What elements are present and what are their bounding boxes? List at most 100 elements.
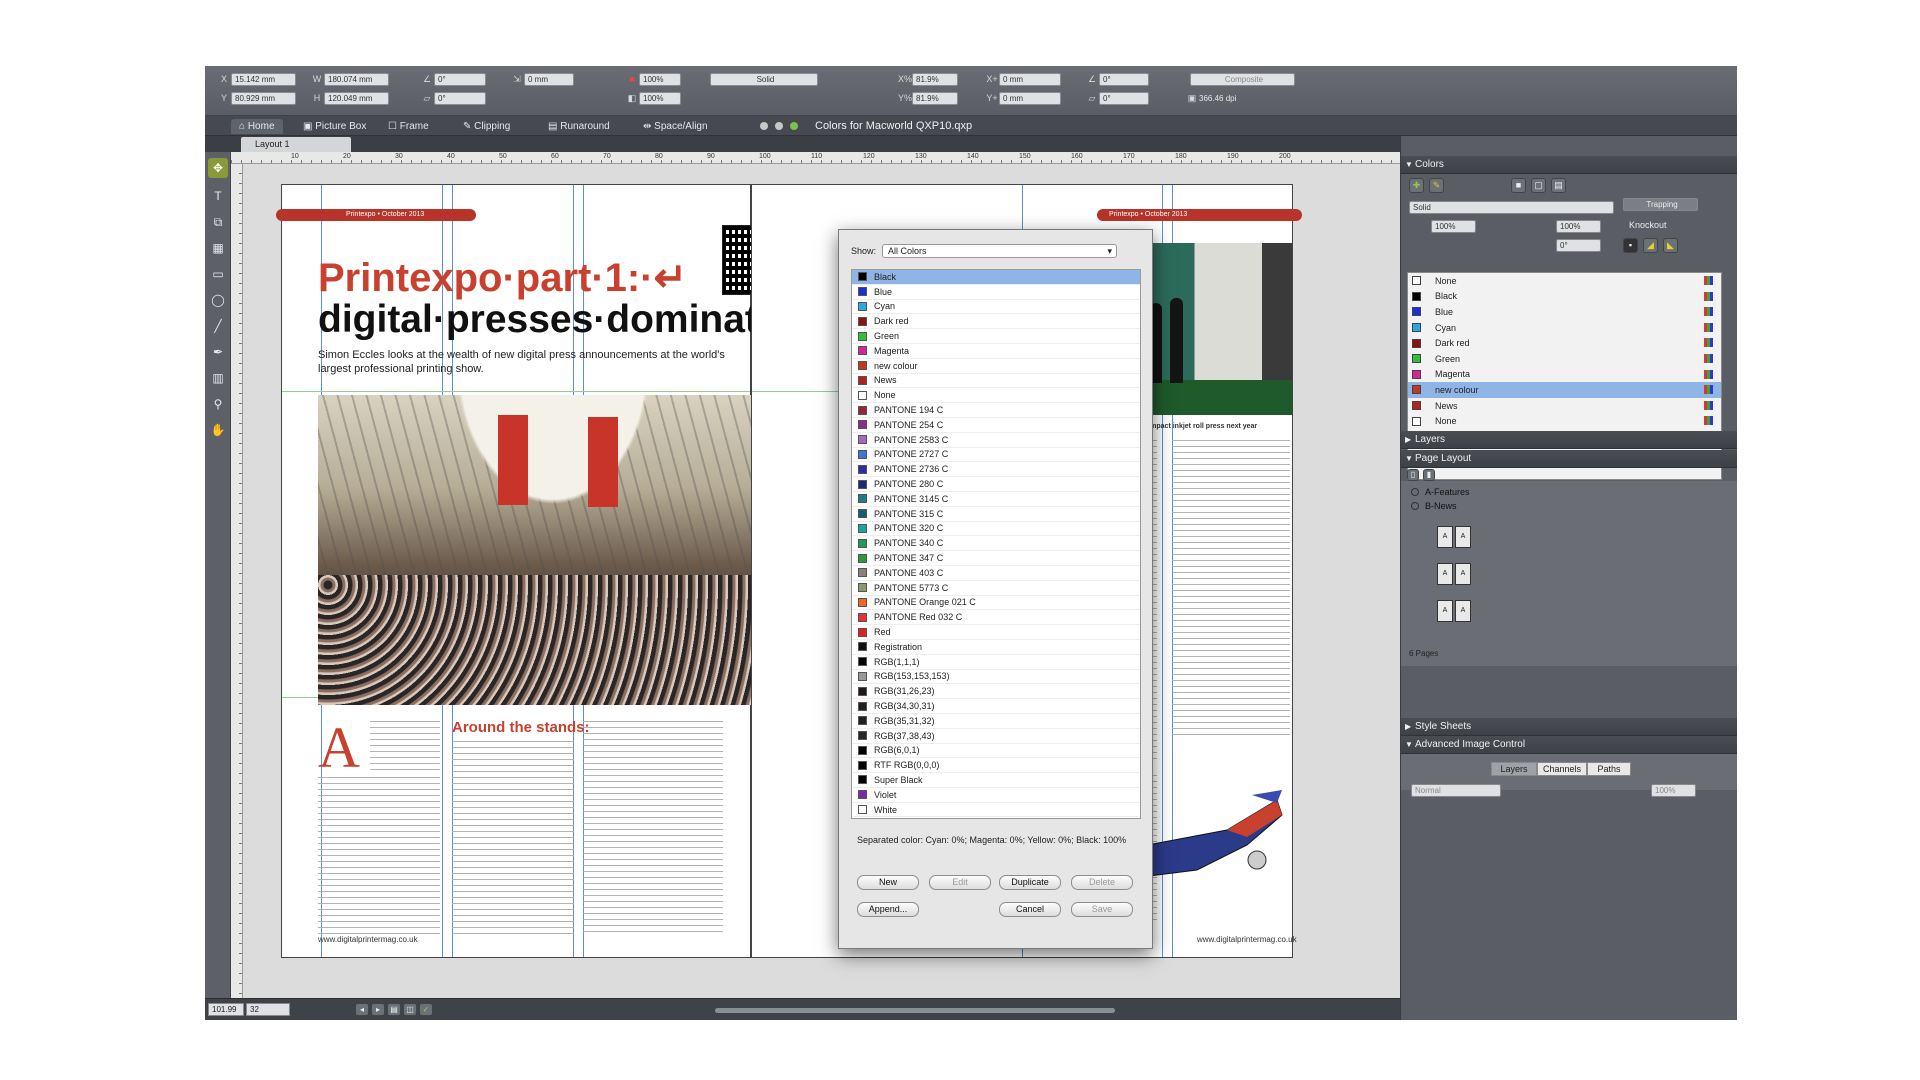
page-list-icon[interactable]: ▤ xyxy=(387,1003,401,1016)
style-sheets-palette-header[interactable]: ▶ Style Sheets xyxy=(1401,718,1737,736)
body-text-column[interactable] xyxy=(318,777,440,937)
color-list-item[interactable]: Yellow xyxy=(852,817,1140,818)
layers-palette-header[interactable]: ▶ Layers xyxy=(1401,431,1737,449)
tab-runaround[interactable]: ▤ Runaround xyxy=(540,119,618,134)
color-list-item[interactable]: RGB(31,26,23) xyxy=(852,684,1140,700)
advanced-image-control-header[interactable]: ▼ Advanced Image Control xyxy=(1401,736,1737,754)
width-field[interactable]: W 180.074 mm xyxy=(310,72,389,86)
angle-value[interactable]: 0° xyxy=(434,72,486,86)
edit-button[interactable]: Edit xyxy=(929,875,991,890)
aic-tab-paths[interactable]: Paths xyxy=(1587,762,1631,776)
offset-y-value[interactable]: 0 mm xyxy=(999,91,1061,105)
inset-field[interactable]: ⇲ 0 mm xyxy=(510,72,574,86)
aic-opacity-field[interactable]: 100% xyxy=(1651,784,1696,797)
body-text-column[interactable] xyxy=(1172,440,1290,740)
picture-content-tool-icon[interactable]: ⧉ xyxy=(208,212,228,232)
color-list-item[interactable]: PANTONE 403 C xyxy=(852,566,1140,581)
picture-skew-value[interactable]: 0° xyxy=(1099,91,1149,105)
headline-line-1[interactable]: Printexpo·part·1:·↵ xyxy=(318,255,687,301)
prev-page-icon[interactable]: ◂ xyxy=(355,1003,369,1016)
close-dot-icon[interactable] xyxy=(760,122,768,130)
picture-opacity-field[interactable]: ◧ 100% xyxy=(625,91,681,105)
palette-color-item[interactable]: Cyan xyxy=(1408,320,1721,336)
left-folio-banner[interactable]: Printexpo • October 2013 xyxy=(276,209,476,221)
color-list-item[interactable]: PANTONE 2583 C xyxy=(852,433,1140,448)
color-list-item[interactable]: Registration xyxy=(852,640,1140,655)
color-list-item[interactable]: Super Black xyxy=(852,773,1140,788)
cancel-button[interactable]: Cancel xyxy=(999,902,1061,917)
color-list-item[interactable]: Green xyxy=(852,329,1140,344)
body-text-column[interactable] xyxy=(583,721,723,937)
headline-line-2[interactable]: digital·presses·dominate xyxy=(318,298,780,342)
preview-icon[interactable]: ✓ xyxy=(419,1003,433,1016)
horizontal-ruler[interactable]: 10 20 30 40 50 60 70 80 90 100 110 120 130 140 150 160 1… xyxy=(231,152,1400,164)
color-list-item[interactable]: RGB(6,0,1) xyxy=(852,744,1140,759)
rect-box-tool-icon[interactable]: ▭ xyxy=(208,264,228,284)
picture-angle-value[interactable]: 0° xyxy=(1099,72,1149,86)
height-value[interactable]: 120.049 mm xyxy=(324,91,389,105)
box-opacity-field[interactable]: ■ 100% xyxy=(625,72,681,86)
line-style-select[interactable]: Solid xyxy=(710,72,818,86)
blend-mode-select[interactable]: Normal xyxy=(1411,784,1501,797)
color-list-item[interactable]: Cyan xyxy=(852,300,1140,315)
tab-space-align[interactable]: ⇹ Space/Align xyxy=(635,119,716,134)
color-list-item[interactable]: PANTONE 320 C xyxy=(852,522,1140,537)
x-value[interactable]: 15.142 mm xyxy=(231,72,296,86)
color-list-item[interactable]: PANTONE 194 C xyxy=(852,403,1140,418)
color-list-item[interactable]: Black xyxy=(852,270,1140,285)
color-list-item[interactable]: PANTONE 2727 C xyxy=(852,448,1140,463)
color-list-item[interactable]: Red xyxy=(852,625,1140,640)
color-list-item[interactable]: Magenta xyxy=(852,344,1140,359)
edit-color-icon[interactable]: ✎ xyxy=(1429,178,1444,193)
text-content-tool-icon[interactable]: T xyxy=(208,186,228,206)
palette-color-item[interactable]: Green xyxy=(1408,351,1721,367)
horizontal-scrollbar[interactable] xyxy=(715,1008,1115,1013)
palette-color-item[interactable]: News xyxy=(1408,398,1721,414)
layout-tab[interactable]: Layout 1 xyxy=(241,137,351,152)
minimize-dot-icon[interactable] xyxy=(775,122,783,130)
color-list-item[interactable]: PANTONE Red 032 C xyxy=(852,610,1140,626)
tab-picture-box[interactable]: ▣ Picture Box xyxy=(295,119,374,134)
pasteboard[interactable]: Printexpo • October 2013 Printexpo·part·… xyxy=(243,164,1400,998)
line-style-value[interactable]: Solid xyxy=(710,72,818,86)
page-spread-thumb[interactable]: AA xyxy=(1437,600,1471,622)
master-page-b[interactable]: B-News xyxy=(1411,501,1457,511)
color-list-item[interactable]: White xyxy=(852,803,1140,818)
color-list-item[interactable]: None xyxy=(852,388,1140,404)
printer-photo[interactable] xyxy=(1142,243,1292,415)
color-list-item[interactable]: PANTONE 340 C xyxy=(852,536,1140,552)
scale-x-value[interactable]: 81.9% xyxy=(912,72,958,86)
photo-caption[interactable]: compact inkjet roll press next year xyxy=(1142,423,1257,430)
height-field[interactable]: H 120.049 mm xyxy=(310,91,389,105)
delete-button[interactable]: Delete xyxy=(1071,875,1133,890)
color-list-item[interactable]: PANTONE 254 C xyxy=(852,418,1140,433)
left-page[interactable]: Printexpo • October 2013 Printexpo·part·… xyxy=(276,184,792,958)
color-list-item[interactable]: PANTONE 280 C xyxy=(852,477,1140,492)
palette-color-item[interactable]: Magenta xyxy=(1408,367,1721,383)
page-indicator[interactable]: 32 xyxy=(246,1003,290,1016)
y-field[interactable]: Y 80.929 mm xyxy=(217,91,296,105)
scale-y-field[interactable]: Y% 81.9% xyxy=(898,91,958,105)
page-spread-thumb[interactable]: AA xyxy=(1437,526,1471,548)
color-list-item[interactable]: PANTONE 2736 C xyxy=(852,462,1140,478)
color-list-item[interactable]: RGB(35,31,32) xyxy=(852,714,1140,729)
picture-angle-field[interactable]: ∠ 0° xyxy=(1085,72,1149,86)
zoom-dot-icon[interactable] xyxy=(790,122,798,130)
palette-color-item[interactable]: None xyxy=(1408,273,1721,289)
inset-value[interactable]: 0 mm xyxy=(524,72,574,86)
new-color-icon[interactable]: ✚ xyxy=(1409,178,1424,193)
knockout-label[interactable]: Knockout xyxy=(1629,220,1667,230)
append-button[interactable]: Append... xyxy=(857,902,919,917)
tint-field-1[interactable]: 100% xyxy=(1431,220,1476,233)
width-value[interactable]: 180.074 mm xyxy=(324,72,389,86)
color-style-select[interactable]: Solid xyxy=(1409,201,1614,214)
angle-field[interactable]: ∠ 0° xyxy=(420,72,486,86)
color-list-item[interactable]: Blue xyxy=(852,285,1140,300)
palette-color-item[interactable]: Black xyxy=(1408,289,1721,305)
palette-color-item[interactable]: Dark red xyxy=(1408,335,1721,351)
palette-color-item[interactable]: Blue xyxy=(1408,304,1721,320)
offset-x-field[interactable]: X+ 0 mm xyxy=(985,72,1061,86)
scale-y-value[interactable]: 81.9% xyxy=(912,91,958,105)
tint-field-2[interactable]: 100% xyxy=(1556,220,1601,233)
box-color-icon[interactable]: ■ xyxy=(1511,178,1526,193)
